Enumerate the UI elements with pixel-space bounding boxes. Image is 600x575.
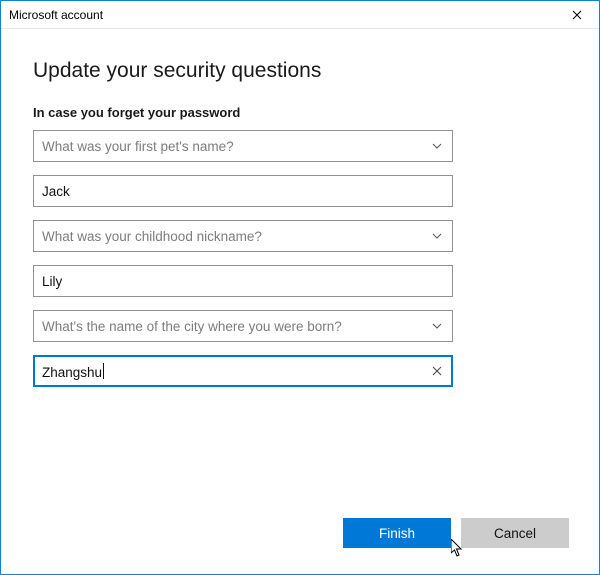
question-1-label: What was your first pet's name? [42,139,430,154]
close-button[interactable] [554,1,599,28]
answer-3-value: Zhangshu [42,363,430,380]
answer-2-input[interactable]: Lily [33,265,453,297]
answer-2-value: Lily [42,274,444,289]
question-3-label: What's the name of the city where you we… [42,319,430,334]
answer-1-input[interactable]: Jack [33,175,453,207]
subheading: In case you forget your password [33,105,567,120]
close-icon [432,366,442,376]
dialog-footer: Finish Cancel [1,518,599,574]
question-2-select[interactable]: What was your childhood nickname? [33,220,453,252]
security-questions-form: What was your first pet's name? Jack Wha… [33,130,453,400]
cancel-button-label: Cancel [494,526,536,541]
chevron-down-icon [430,229,444,243]
close-icon [572,10,582,20]
titlebar: Microsoft account [1,1,599,29]
question-1-select[interactable]: What was your first pet's name? [33,130,453,162]
cancel-button[interactable]: Cancel [461,518,569,548]
question-3-select[interactable]: What's the name of the city where you we… [33,310,453,342]
question-2-label: What was your childhood nickname? [42,229,430,244]
answer-3-input[interactable]: Zhangshu [33,355,453,387]
window-title: Microsoft account [9,8,103,22]
chevron-down-icon [430,319,444,333]
text-caret [103,363,104,379]
page-title: Update your security questions [33,59,567,83]
clear-input-button[interactable] [430,363,444,379]
finish-button[interactable]: Finish [343,518,451,548]
finish-button-label: Finish [379,526,415,541]
dialog-window: Microsoft account Update your security q… [0,0,600,575]
chevron-down-icon [430,139,444,153]
answer-1-value: Jack [42,184,444,199]
content-area: Update your security questions In case y… [1,29,599,518]
